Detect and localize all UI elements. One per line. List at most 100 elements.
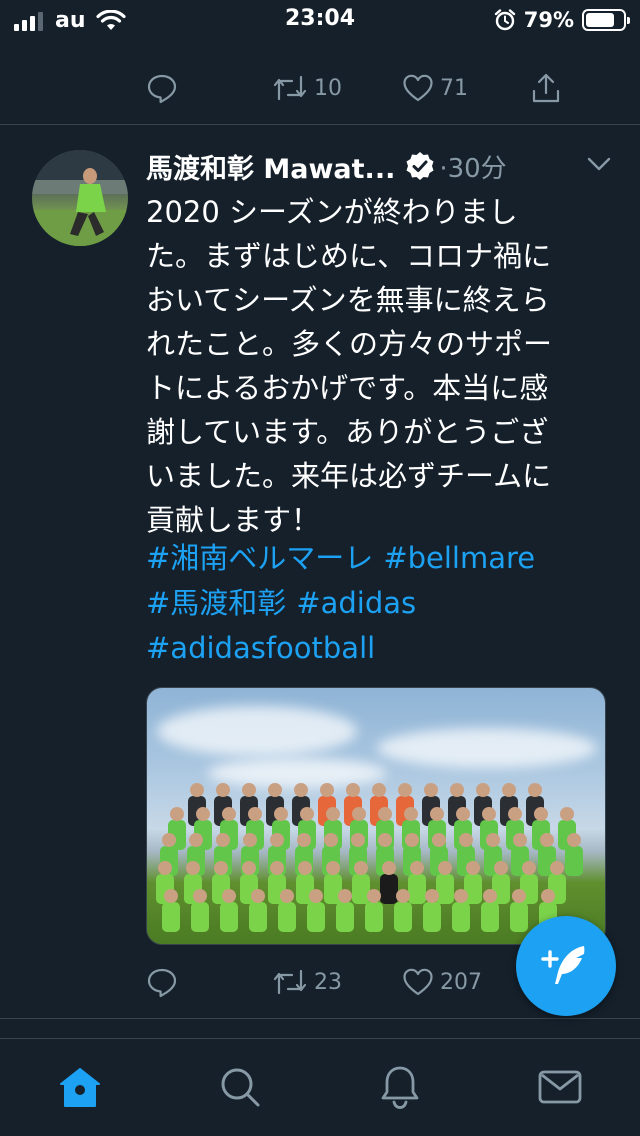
photo-player-head bbox=[214, 861, 228, 875]
photo-player-head bbox=[352, 807, 366, 821]
hashtag-link[interactable]: #湘南ベルマーレ bbox=[146, 541, 373, 575]
photo-player-head bbox=[450, 783, 464, 797]
photo-player-head bbox=[222, 889, 236, 903]
heart-icon bbox=[403, 968, 433, 996]
photo-player-head bbox=[512, 889, 526, 903]
hashtag-link[interactable]: #adidasfootball bbox=[146, 631, 375, 665]
status-right: 79% bbox=[494, 8, 630, 32]
photo-player-body bbox=[191, 902, 209, 932]
photo-player-head bbox=[382, 861, 396, 875]
like-button[interactable]: 71 bbox=[402, 68, 468, 108]
tab-bar bbox=[0, 1038, 640, 1136]
photo-player-head bbox=[320, 783, 334, 797]
display-name[interactable]: 馬渡和彰 Mawat... bbox=[146, 147, 395, 186]
tweet-text-line: いました。来年は必ずチームに bbox=[146, 459, 552, 493]
retweet-button[interactable]: 23 bbox=[272, 962, 342, 1002]
photo-player-head bbox=[338, 889, 352, 903]
photo-player-body bbox=[162, 902, 180, 932]
photo-player-head bbox=[560, 807, 574, 821]
status-bar: au 23:04 79% bbox=[0, 0, 640, 40]
tab-search[interactable] bbox=[216, 1063, 264, 1111]
photo-player-head bbox=[567, 833, 581, 847]
retweet-button[interactable]: 10 bbox=[272, 68, 342, 108]
photo-player-head bbox=[309, 889, 323, 903]
photo-player-head bbox=[372, 783, 386, 797]
battery-icon bbox=[582, 9, 630, 31]
photo-player-head bbox=[483, 889, 497, 903]
reply-button[interactable] bbox=[146, 962, 178, 1002]
photo-player-body bbox=[394, 902, 412, 932]
avatar-photo bbox=[32, 150, 128, 246]
tweet-media-photo[interactable] bbox=[146, 687, 606, 945]
photo-player-head bbox=[324, 833, 338, 847]
tweet-text: 2020 シーズンが終わりまし た。まずはじめに、コロナ禍に おいてシーズンを無事に… bbox=[146, 190, 606, 542]
tab-messages[interactable] bbox=[536, 1063, 584, 1111]
photo-player-head bbox=[298, 861, 312, 875]
photo-player-body bbox=[436, 874, 454, 904]
tab-home[interactable] bbox=[56, 1063, 104, 1111]
photo-player-head bbox=[294, 783, 308, 797]
photo-player-head bbox=[513, 833, 527, 847]
photo-player-body bbox=[380, 874, 398, 904]
photo-player-head bbox=[242, 783, 256, 797]
tweet-text-line: 謝しています。ありがとうござ bbox=[146, 415, 549, 449]
chevron-down-icon[interactable] bbox=[586, 154, 612, 174]
photo-player-head bbox=[251, 889, 265, 903]
hashtag-link[interactable]: #bellmare bbox=[383, 541, 535, 575]
tweet-divider bbox=[0, 124, 640, 125]
tweet-divider bbox=[0, 1018, 640, 1019]
photo-player-head bbox=[186, 861, 200, 875]
tweet-header: 馬渡和彰 Mawat... ·30分 bbox=[146, 146, 616, 186]
notifications-icon bbox=[381, 1066, 419, 1109]
tab-notifications[interactable] bbox=[376, 1063, 424, 1111]
photo-player-head bbox=[425, 889, 439, 903]
reply-button[interactable] bbox=[146, 68, 178, 108]
photo-player-body bbox=[565, 846, 583, 876]
photo-player-head bbox=[162, 833, 176, 847]
photo-player-head bbox=[354, 861, 368, 875]
like-button[interactable]: 207 bbox=[402, 962, 482, 1002]
avatar[interactable] bbox=[32, 150, 128, 246]
share-button[interactable] bbox=[530, 68, 562, 108]
photo-player-body bbox=[365, 902, 383, 932]
hashtag-link[interactable]: #adidas bbox=[296, 586, 416, 620]
photo-player-head bbox=[541, 889, 555, 903]
verified-badge-icon bbox=[406, 152, 434, 180]
tweet-text-line: おいてシーズンを無事に終えら bbox=[146, 283, 550, 317]
photo-player-body bbox=[220, 902, 238, 932]
photo-player-body bbox=[408, 874, 426, 904]
photo-player-head bbox=[170, 807, 184, 821]
share-icon bbox=[532, 73, 560, 103]
photo-player-head bbox=[534, 807, 548, 821]
photo-player-head bbox=[432, 833, 446, 847]
photo-player-head bbox=[398, 783, 412, 797]
photo-player-head bbox=[486, 833, 500, 847]
team-photo-players bbox=[156, 783, 583, 932]
heart-icon bbox=[403, 74, 433, 102]
photo-player-head bbox=[346, 783, 360, 797]
photo-player-head bbox=[396, 889, 410, 903]
photo-player-head bbox=[367, 889, 381, 903]
photo-player-head bbox=[189, 833, 203, 847]
photo-player-body bbox=[336, 902, 354, 932]
photo-player-head bbox=[158, 861, 172, 875]
photo-player-head bbox=[222, 807, 236, 821]
messages-icon bbox=[538, 1070, 582, 1104]
photo-player-head bbox=[268, 783, 282, 797]
photo-player-head bbox=[270, 861, 284, 875]
photo-player-head bbox=[528, 783, 542, 797]
photo-player-head bbox=[466, 861, 480, 875]
photo-player-head bbox=[424, 783, 438, 797]
photo-player-head bbox=[242, 861, 256, 875]
photo-player-body bbox=[481, 902, 499, 932]
tweet-text-line: 2020 シーズンが終わりまし bbox=[146, 195, 518, 229]
retweet-icon bbox=[273, 969, 307, 995]
home-icon bbox=[60, 1068, 100, 1107]
photo-player-head bbox=[378, 807, 392, 821]
hashtag-link[interactable]: #馬渡和彰 bbox=[146, 586, 286, 620]
photo-player-head bbox=[438, 861, 452, 875]
tweet-text-line: た。まずはじめに、コロナ禍に bbox=[146, 239, 552, 273]
photo-player-head bbox=[190, 783, 204, 797]
compose-tweet-button[interactable] bbox=[516, 916, 616, 1016]
photo-player-body bbox=[352, 874, 370, 904]
